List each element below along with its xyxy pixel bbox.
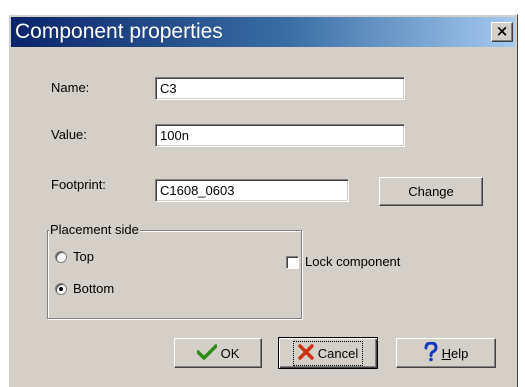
change-footprint-button[interactable]: Change xyxy=(379,177,483,206)
name-field[interactable]: C3 xyxy=(155,77,405,100)
help-button[interactable]: Help xyxy=(396,338,496,368)
radio-bottom-selected-dot xyxy=(59,287,63,291)
radio-bottom[interactable] xyxy=(55,283,67,295)
footprint-field[interactable]: C1608_0603 xyxy=(155,179,349,202)
close-button[interactable]: × xyxy=(491,22,513,42)
lock-component-label[interactable]: Lock component xyxy=(305,254,400,269)
x-icon xyxy=(298,343,314,363)
radio-top-label[interactable]: Top xyxy=(73,249,94,264)
cancel-button[interactable]: Cancel xyxy=(278,337,378,369)
change-button-label: Change xyxy=(408,184,454,199)
component-properties-dialog: Component properties × Name: C3 Value: 1… xyxy=(8,14,518,387)
name-label: Name: xyxy=(51,80,90,95)
dialog-title: Component properties xyxy=(15,20,223,43)
value-label: Value: xyxy=(51,127,87,142)
check-icon xyxy=(195,343,218,363)
placement-side-legend: Placement side xyxy=(49,222,140,237)
cancel-button-label: Cancel xyxy=(317,345,359,361)
help-button-label: Help xyxy=(442,346,469,361)
ok-button[interactable]: OK xyxy=(174,338,262,368)
help-mnemonic: H xyxy=(441,345,452,361)
ok-button-label: OK xyxy=(220,345,240,361)
radio-top[interactable] xyxy=(55,251,67,263)
help-label-rest: elp xyxy=(451,345,469,361)
placement-side-group xyxy=(47,230,302,319)
title-bar[interactable]: Component properties × xyxy=(11,17,515,47)
question-mark-icon xyxy=(424,340,438,365)
radio-bottom-label[interactable]: Bottom xyxy=(73,281,114,296)
footprint-label: Footprint: xyxy=(51,177,106,192)
cancel-focus-rect: Cancel xyxy=(292,340,364,366)
lock-component-checkbox[interactable] xyxy=(286,256,299,269)
close-icon: × xyxy=(495,22,509,40)
value-field[interactable]: 100n xyxy=(155,124,405,147)
